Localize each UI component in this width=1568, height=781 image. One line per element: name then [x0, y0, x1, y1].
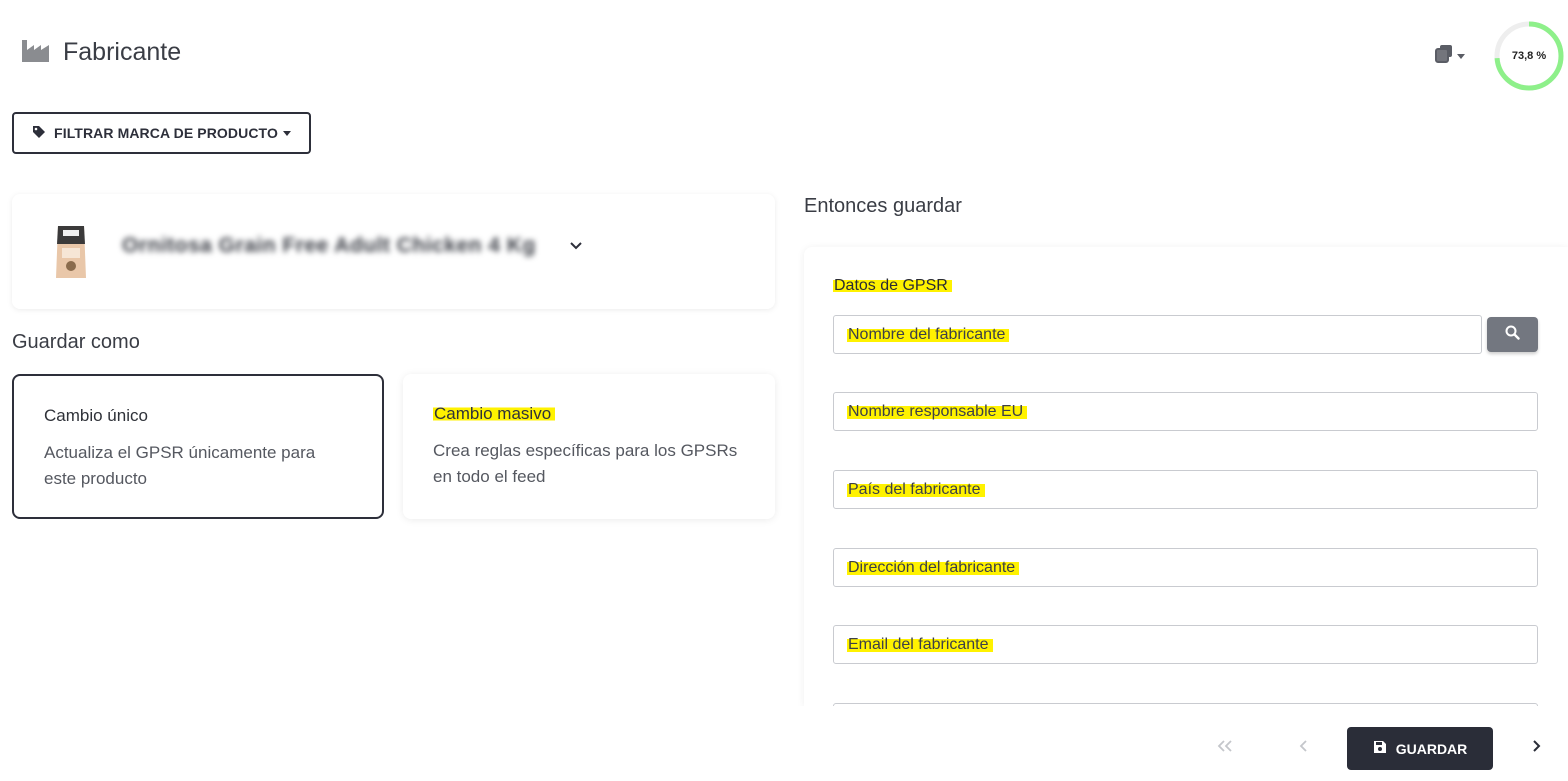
product-name: Ornitosa Grain Free Adult Chicken 4 Kg	[122, 234, 536, 257]
previous-button[interactable]	[1289, 736, 1319, 760]
manufacturer-name-input[interactable]: Nombre del fabricante	[833, 315, 1482, 354]
save-as-title: Guardar como	[12, 331, 140, 353]
page-header: Fabricante	[22, 38, 181, 67]
chevron-left-icon	[1299, 739, 1309, 757]
field-placeholder: Dirección del fabricante	[847, 558, 1020, 577]
field-placeholder: Nombre del fabricante	[847, 325, 1010, 344]
footer-bar	[0, 706, 1568, 781]
then-save-title: Entonces guardar	[804, 195, 962, 217]
chevron-down-icon	[282, 130, 291, 136]
field-placeholder: Nombre responsable EU	[847, 402, 1028, 421]
gpsr-panel: Datos de GPSR Nombre del fabricante Nomb…	[804, 247, 1568, 706]
first-page-button[interactable]	[1210, 736, 1240, 760]
product-selector[interactable]: Ornitosa Grain Free Adult Chicken 4 Kg	[12, 194, 775, 309]
eu-responsible-input[interactable]: Nombre responsable EU	[833, 392, 1538, 431]
floppy-disk-icon	[1373, 740, 1387, 757]
gpsr-heading: Datos de GPSR	[833, 277, 952, 294]
completion-progress: 73,8 %	[1493, 20, 1565, 92]
field-placeholder: Email del fabricante	[847, 635, 993, 654]
chevrons-left-icon	[1217, 739, 1233, 757]
next-button[interactable]	[1521, 736, 1551, 760]
save-button[interactable]: GUARDAR	[1347, 727, 1493, 770]
option-single-change[interactable]: Cambio único Actualiza el GPSR únicament…	[12, 374, 384, 519]
search-icon	[1505, 325, 1520, 345]
manufacturer-email-input[interactable]: Email del fabricante	[833, 625, 1538, 664]
field-placeholder: País del fabricante	[847, 480, 985, 499]
copy-menu-button[interactable]	[1435, 44, 1465, 68]
factory-icon	[22, 38, 49, 67]
chevron-right-icon	[1531, 739, 1541, 758]
save-button-label: GUARDAR	[1395, 740, 1468, 757]
page-title: Fabricante	[63, 38, 182, 66]
copy-stack-icon	[1435, 44, 1454, 68]
filter-brand-button[interactable]: FILTRAR MARCA DE PRODUCTO	[12, 112, 311, 154]
option-bulk-change[interactable]: Cambio masivo Crea reglas específicas pa…	[403, 374, 775, 519]
option-description: Actualiza el GPSR únicamente para este p…	[44, 443, 316, 488]
option-title: Cambio masivo	[433, 404, 556, 423]
search-button[interactable]	[1487, 317, 1538, 352]
tag-icon	[32, 125, 46, 142]
filter-brand-label: FILTRAR MARCA DE PRODUCTO	[54, 125, 278, 141]
manufacturer-address-input[interactable]: Dirección del fabricante	[833, 548, 1538, 587]
option-title: Cambio único	[44, 406, 148, 425]
product-thumbnail	[54, 222, 88, 280]
chevron-down-icon	[1457, 53, 1465, 59]
chevron-down-icon[interactable]	[568, 239, 584, 257]
option-description: Crea reglas específicas para los GPSRs e…	[433, 441, 738, 486]
manufacturer-country-input[interactable]: País del fabricante	[833, 470, 1538, 509]
progress-value: 73,8 %	[1511, 50, 1547, 62]
